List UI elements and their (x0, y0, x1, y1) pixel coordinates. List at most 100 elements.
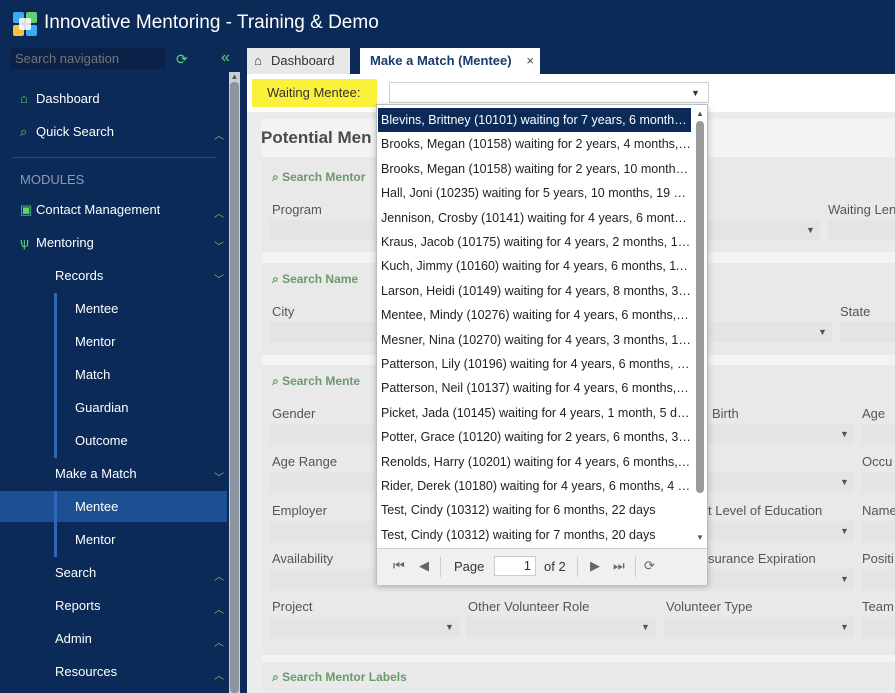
chevron-down-icon[interactable]: ﹀ (214, 469, 224, 484)
sidebar-item-mentee[interactable]: Mentee (75, 301, 118, 316)
dropdown-option[interactable]: Jennison, Crosby (10141) waiting for 4 y… (381, 206, 691, 230)
sidebar-item-contact-management[interactable]: ▣ Contact Management (20, 202, 160, 218)
dropdown-option[interactable]: Brooks, Megan (10158) waiting for 2 year… (381, 132, 691, 156)
chevron-down-icon[interactable]: ▼ (818, 327, 827, 337)
first-page-icon[interactable]: ⏮ (393, 558, 405, 574)
mentee-select-2[interactable] (708, 472, 854, 492)
section-title[interactable]: ⌕ Search Mentor Labels (272, 670, 407, 685)
chevron-up-icon[interactable]: ︿ (214, 667, 224, 682)
employer-input[interactable] (270, 521, 376, 541)
program-select[interactable] (270, 220, 376, 240)
chevron-down-icon[interactable]: ▼ (806, 225, 815, 235)
sidebar-item-records[interactable]: Records (55, 268, 103, 283)
sidebar-item-reports[interactable]: Reports (55, 598, 101, 613)
availability-select[interactable] (270, 569, 376, 589)
page-number-input[interactable]: 1 (494, 556, 536, 576)
chevron-down-icon[interactable]: ▼ (641, 622, 650, 632)
search-navigation-input[interactable] (10, 48, 165, 69)
position-input[interactable] (862, 569, 895, 589)
next-page-icon[interactable]: ▶ (590, 558, 600, 574)
sidebar-item-make-match-mentor[interactable]: Mentor (75, 532, 115, 547)
chevron-down-icon[interactable]: ▼ (840, 526, 849, 536)
dropdown-option[interactable]: Picket, Jada (10145) waiting for 4 years… (381, 401, 691, 425)
section-title[interactable]: ⌕ Search Mente (272, 374, 360, 389)
dropdown-option[interactable]: Hall, Joni (10235) waiting for 5 years, … (381, 181, 691, 205)
dropdown-option[interactable]: Test, Cindy (10312) waiting for 6 months… (381, 498, 691, 522)
tab-dashboard[interactable]: ⌂ Dashboard (247, 48, 350, 74)
name-input[interactable] (862, 521, 895, 541)
dropdown-option[interactable]: Mesner, Nina (10270) waiting for 4 years… (381, 328, 691, 352)
other-volunteer-role-select[interactable] (466, 617, 656, 637)
dropdown-option[interactable]: Larson, Heidi (10149) waiting for 4 year… (381, 279, 691, 303)
chevron-down-icon[interactable]: ▼ (840, 574, 849, 584)
dropdown-option[interactable]: Mentee, Mindy (10276) waiting for 4 year… (381, 303, 691, 327)
close-icon[interactable]: × (526, 48, 534, 74)
insurance-expiration-select[interactable] (708, 569, 854, 589)
chevron-up-icon[interactable]: ︿ (214, 601, 224, 616)
volunteer-type-select[interactable] (664, 617, 854, 637)
chevron-down-icon[interactable]: ▼ (840, 429, 849, 439)
scroll-down-icon[interactable]: ▼ (695, 533, 705, 542)
sidebar-item-make-a-match[interactable]: Make a Match (55, 466, 137, 481)
sidebar-item-dashboard[interactable]: ⌂ Dashboard (20, 91, 100, 106)
sidebar-item-quick-search[interactable]: ⌕ Quick Search (20, 124, 114, 140)
dropdown-scrollbar[interactable]: ▲ ▼ (695, 109, 705, 545)
dropdown-option[interactable]: Patterson, Lily (10196) waiting for 4 ye… (381, 352, 691, 376)
dropdown-option[interactable]: Renolds, Harry (10201) waiting for 4 yea… (381, 450, 691, 474)
refresh-icon[interactable]: ⟳ (644, 558, 655, 574)
refresh-icon[interactable]: ⟳ (176, 51, 188, 68)
tab-make-a-match-mentee[interactable]: Make a Match (Mentee) × (360, 48, 540, 74)
dropdown-option[interactable]: Blevins, Brittney (10101) waiting for 7 … (378, 108, 691, 132)
section-title[interactable]: ⌕ Search Name (272, 272, 358, 287)
last-page-icon[interactable]: ⏭ (613, 558, 625, 574)
search-name-select[interactable] (708, 322, 832, 342)
team-select[interactable] (862, 617, 895, 637)
sidebar-item-match[interactable]: Match (75, 367, 110, 382)
level-of-education-select[interactable] (708, 521, 854, 541)
sidebar-item-admin[interactable]: Admin (55, 631, 92, 646)
chevron-up-icon[interactable]: ︿ (214, 127, 224, 142)
state-select[interactable] (840, 322, 895, 342)
dropdown-option[interactable]: Test, Cindy (10312) waiting for 7 months… (381, 523, 691, 547)
chevron-down-icon[interactable]: ▼ (840, 622, 849, 632)
sidebar-scrollbar[interactable]: ▲ (229, 72, 240, 693)
sidebar-item-guardian[interactable]: Guardian (75, 400, 128, 415)
occupation-input[interactable] (862, 472, 895, 492)
dropdown-option[interactable]: Brooks, Megan (10158) waiting for 2 year… (381, 157, 691, 181)
waiting-length-input[interactable] (828, 220, 895, 240)
project-select[interactable] (270, 617, 460, 637)
dropdown-scrollbar-thumb[interactable] (696, 121, 704, 493)
birth-select[interactable] (708, 424, 854, 444)
dropdown-option[interactable]: Potter, Grace (10120) waiting for 2 year… (381, 425, 691, 449)
section-title[interactable]: ⌕ Search Mentor (272, 170, 365, 185)
dropdown-option[interactable]: Kuch, Jimmy (10160) waiting for 4 years,… (381, 254, 691, 278)
city-input[interactable] (270, 322, 376, 342)
age-input[interactable] (862, 424, 895, 444)
sidebar-item-make-match-mentee[interactable]: Mentee (75, 499, 118, 514)
sidebar-item-search[interactable]: Search (55, 565, 96, 580)
chevron-down-icon[interactable]: ﹀ (214, 238, 224, 253)
dropdown-option[interactable]: Patterson, Neil (10137) waiting for 4 ye… (381, 376, 691, 400)
sidebar-item-mentoring[interactable]: ѱ Mentoring (20, 235, 94, 250)
chevron-down-icon[interactable]: ﹀ (214, 271, 224, 286)
chevron-down-icon[interactable]: ▼ (445, 622, 454, 632)
search-mentor-select[interactable] (708, 220, 820, 240)
gender-select[interactable] (270, 424, 376, 444)
chevron-down-icon[interactable]: ▼ (691, 88, 700, 98)
dropdown-option[interactable]: Rider, Derek (10180) waiting for 4 years… (381, 474, 691, 498)
collapse-sidebar-icon[interactable]: « (221, 49, 230, 67)
sidebar-item-mentor[interactable]: Mentor (75, 334, 115, 349)
waiting-mentee-select[interactable] (389, 82, 709, 103)
sidebar-item-resources[interactable]: Resources (55, 664, 117, 679)
scroll-up-icon[interactable]: ▲ (695, 109, 705, 118)
scroll-up-icon[interactable]: ▲ (229, 72, 240, 82)
previous-page-icon[interactable]: ◀ (419, 558, 429, 574)
sidebar-scrollbar-thumb[interactable] (230, 82, 239, 693)
chevron-up-icon[interactable]: ︿ (214, 634, 224, 649)
age-range-select[interactable] (270, 472, 376, 492)
sidebar-item-outcome[interactable]: Outcome (75, 433, 128, 448)
chevron-down-icon[interactable]: ▼ (840, 477, 849, 487)
chevron-up-icon[interactable]: ︿ (214, 205, 224, 220)
chevron-up-icon[interactable]: ︿ (214, 568, 224, 583)
dropdown-option[interactable]: Kraus, Jacob (10175) waiting for 4 years… (381, 230, 691, 254)
